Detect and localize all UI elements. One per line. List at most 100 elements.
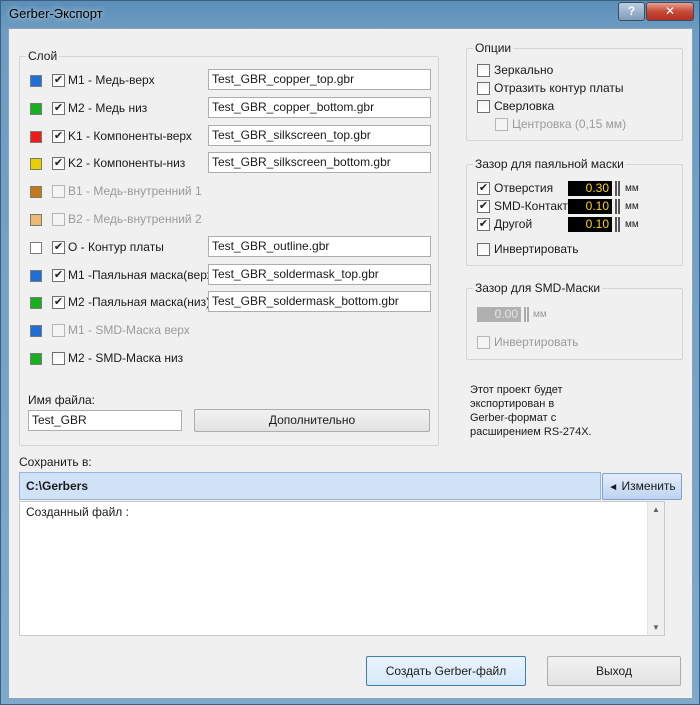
create-gerber-button[interactable]: Создать Gerber-файл [366, 656, 526, 686]
solder-clearance-group: Зазор для паяльной маски ✔ Отверстия 0.30 м… [466, 157, 683, 266]
layer-checkbox[interactable]: ✔ [52, 269, 65, 282]
solder-clearance-title: Зазор для паяльной маски [473, 157, 626, 171]
clearance-value-input[interactable]: 0.10 [568, 199, 612, 214]
layer-color-swatch [30, 242, 42, 254]
layer-color-swatch [30, 103, 42, 115]
layer-checkbox[interactable] [52, 324, 65, 337]
layer-filename-input[interactable]: Test_GBR_soldermask_top.gbr [208, 264, 431, 285]
check-icon: ✔ [478, 200, 489, 212]
clearance-value-input[interactable]: 0.30 [568, 181, 612, 196]
drilling-label: Сверловка [494, 99, 555, 113]
check-icon: ✔ [53, 130, 64, 142]
check-icon: ✔ [478, 218, 489, 230]
clearance-spin[interactable] [615, 217, 620, 232]
filename-label: Имя файла: [28, 393, 95, 407]
layer-color-swatch [30, 353, 42, 365]
mirror-checkbox[interactable] [477, 64, 490, 77]
info-text: Этот проект будет экспортирован в Gerber… [470, 384, 592, 438]
log-area[interactable]: Созданный файл : ▲ ▼ [19, 501, 665, 636]
window-title: Gerber-Экспорт [9, 6, 103, 21]
dialog-window: Gerber-Экспорт ? ✕ Слой ✔ M1 - Медь-верх T… [0, 0, 700, 705]
smd-clearance-spin[interactable] [524, 307, 529, 322]
layer-checkbox[interactable] [52, 213, 65, 226]
clearance-value-input[interactable]: 0.10 [568, 217, 612, 232]
clearance-label: Другой [494, 217, 533, 231]
layer-filename-input[interactable]: Test_GBR_copper_top.gbr [208, 69, 431, 90]
clearance-checkbox[interactable]: ✔ [477, 218, 490, 231]
layer-label: B1 - Медь-внутренний 1 [68, 184, 202, 198]
title-bar[interactable]: Gerber-Экспорт ? ✕ [1, 1, 699, 27]
drilling-checkbox[interactable] [477, 100, 490, 113]
help-button[interactable]: ? [618, 2, 645, 21]
clearance-unit: мм [625, 183, 639, 194]
layers-group: Слой ✔ M1 - Медь-верх Test_GBR_copper_top.… [19, 49, 439, 446]
options-group: Опции Зеркально Отразить контур платы Св… [466, 41, 683, 141]
clearance-label: Отверстия [494, 181, 554, 195]
layer-filename-input[interactable]: Test_GBR_silkscreen_top.gbr [208, 125, 431, 146]
clearance-unit: мм [625, 219, 639, 230]
layer-color-swatch [30, 75, 42, 87]
advanced-button[interactable]: Дополнительно [194, 409, 430, 432]
layer-checkbox[interactable]: ✔ [52, 296, 65, 309]
layer-checkbox[interactable]: ✔ [52, 241, 65, 254]
exit-button[interactable]: Выход [547, 656, 681, 686]
check-icon: ✔ [53, 269, 64, 281]
check-icon: ✔ [53, 102, 64, 114]
save-label: Сохранить в: [19, 455, 92, 469]
layer-filename-input[interactable]: Test_GBR_copper_bottom.gbr [208, 97, 431, 118]
layer-checkbox[interactable]: ✔ [52, 102, 65, 115]
layer-label: M1 - Медь-верх [68, 73, 155, 87]
layer-label: M2 - SMD-Маска низ [68, 351, 184, 365]
layer-filename-input[interactable]: Test_GBR_silkscreen_bottom.gbr [208, 152, 431, 173]
clearance-spin[interactable] [615, 181, 620, 196]
save-path-text: C:\Gerbers [26, 479, 89, 493]
layer-label: M1 -Паяльная маска(верх) [68, 268, 217, 282]
filename-input[interactable]: Test_GBR [28, 410, 182, 431]
check-icon: ✔ [53, 74, 64, 86]
layer-color-swatch [30, 186, 42, 198]
layer-color-swatch [30, 131, 42, 143]
board-outline-label: Отразить контур платы [494, 81, 624, 95]
layer-color-swatch [30, 158, 42, 170]
layer-checkbox[interactable] [52, 352, 65, 365]
scroll-up-icon[interactable]: ▲ [652, 505, 660, 514]
change-path-button[interactable]: ◄ Изменить [602, 473, 682, 500]
close-button[interactable]: ✕ [646, 2, 694, 21]
check-icon: ✔ [53, 157, 64, 169]
layer-checkbox[interactable]: ✔ [52, 130, 65, 143]
layer-label: K2 - Компоненты-низ [68, 156, 186, 170]
solder-invert-label: Инвертировать [494, 242, 579, 256]
log-scrollbar[interactable]: ▲ ▼ [647, 502, 664, 635]
change-path-label: Изменить [621, 479, 676, 493]
clearance-checkbox[interactable]: ✔ [477, 182, 490, 195]
layer-color-swatch [30, 325, 42, 337]
arrow-left-icon: ◄ [608, 482, 619, 493]
layer-label: B2 - Медь-внутренний 2 [68, 212, 202, 226]
smd-clearance-title: Зазор для SMD-Маски [473, 281, 603, 295]
layer-checkbox[interactable]: ✔ [52, 74, 65, 87]
layer-label: M2 - Медь низ [68, 101, 148, 115]
centering-label: Центровка (0,15 мм) [512, 117, 627, 131]
smd-clearance-group: Зазор для SMD-Маски 0.00 мм Инвертироват… [466, 281, 683, 360]
check-icon: ✔ [53, 296, 64, 308]
centering-checkbox[interactable] [495, 118, 508, 131]
clearance-label: SMD-Контакт [494, 199, 568, 213]
layer-color-swatch [30, 214, 42, 226]
solder-invert-checkbox[interactable] [477, 243, 490, 256]
layer-label: O - Контур платы [68, 240, 164, 254]
board-outline-checkbox[interactable] [477, 82, 490, 95]
layer-label: M2 -Паяльная маска(низ) [68, 295, 211, 309]
dialog-client: Слой ✔ M1 - Медь-верх Test_GBR_copper_top.… [8, 28, 693, 699]
layer-label: M1 - SMD-Маска верх [68, 323, 190, 337]
layer-checkbox[interactable]: ✔ [52, 157, 65, 170]
layer-filename-input[interactable]: Test_GBR_soldermask_bottom.gbr [208, 291, 431, 312]
layer-checkbox[interactable] [52, 185, 65, 198]
smd-invert-checkbox[interactable] [477, 336, 490, 349]
clearance-spin[interactable] [615, 199, 620, 214]
clearance-unit: мм [625, 201, 639, 212]
layer-label: K1 - Компоненты-верх [68, 129, 192, 143]
clearance-checkbox[interactable]: ✔ [477, 200, 490, 213]
smd-clearance-value[interactable]: 0.00 [477, 307, 521, 322]
layer-filename-input[interactable]: Test_GBR_outline.gbr [208, 236, 431, 257]
scroll-down-icon[interactable]: ▼ [652, 623, 660, 632]
